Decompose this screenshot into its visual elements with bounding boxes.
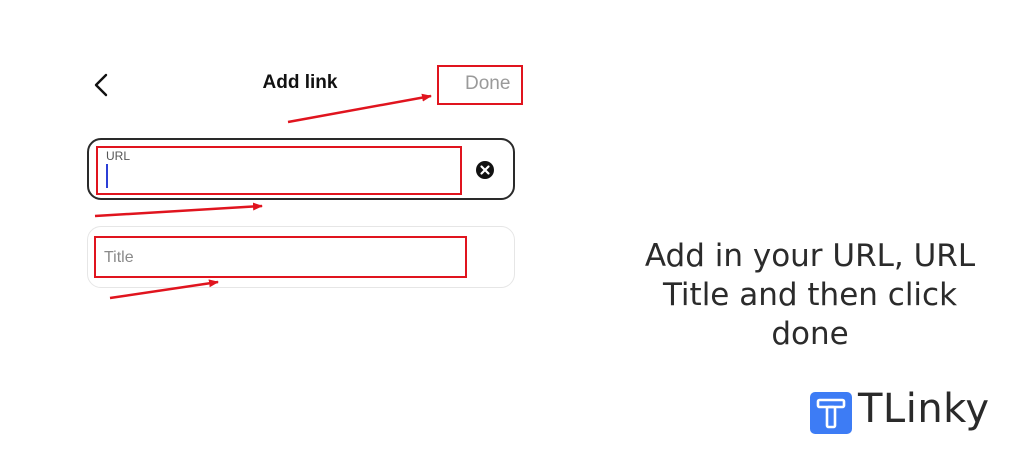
arrow-to-url [94,202,263,218]
arrow-to-done [287,93,432,124]
tlinky-logo-icon [810,392,852,434]
arrow-to-title [109,279,219,300]
instruction-text: Add in your URL, URL Title and then clic… [644,238,976,352]
brand-name: TLinky [858,386,990,432]
